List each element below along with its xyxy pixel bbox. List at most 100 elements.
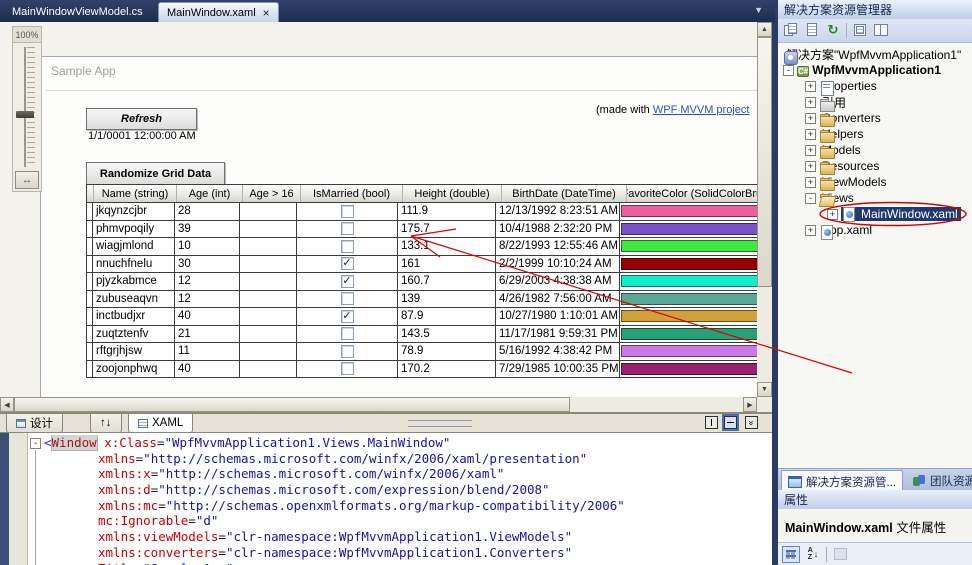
vertical-split-button[interactable] <box>705 416 718 429</box>
scroll-left-button[interactable]: ◀ <box>0 397 14 412</box>
grid-cell-color[interactable] <box>620 361 765 378</box>
grid-cell[interactable]: 21 <box>175 325 240 342</box>
horizontal-scroll-thumb[interactable] <box>14 397 570 412</box>
splitter-grip[interactable] <box>408 420 472 427</box>
grid-cell[interactable]: 7/29/1985 10:00:35 PM <box>496 360 620 377</box>
grid-cell[interactable]: 10/27/1980 1:10:01 AM <box>496 308 620 325</box>
grid-cell[interactable] <box>240 220 297 237</box>
designer-horizontal-scrollbar[interactable]: ◀ ▶ <box>0 397 757 412</box>
refresh-button[interactable]: Refresh <box>86 108 197 130</box>
tab-solution-explorer[interactable]: 解决方案资源管... <box>781 470 904 492</box>
scroll-down-button[interactable]: ▼ <box>757 382 772 397</box>
grid-cell[interactable] <box>240 290 297 307</box>
chevron-down-icon[interactable]: ▼ <box>754 5 763 15</box>
table-row[interactable]: phmvpoqily 39 175.7 10/4/1988 2:32:20 PM <box>87 220 772 238</box>
tab-mainwindowviewmodel-cs[interactable]: MainWindowViewModel.cs <box>4 2 151 22</box>
grid-cell-color[interactable] <box>620 221 765 238</box>
grid-cell-ismarried[interactable]: ✓ <box>297 308 398 325</box>
scroll-right-button[interactable]: ▶ <box>743 397 757 412</box>
grid-cell[interactable] <box>240 308 297 325</box>
table-row[interactable]: zubuseaqvn 12 139 4/26/1982 7:56:00 AM <box>87 290 772 308</box>
collapse-pane-button[interactable]: » <box>745 416 758 429</box>
grid-cell-color[interactable] <box>620 343 765 360</box>
checkbox[interactable] <box>340 327 354 341</box>
grid-cell[interactable]: 10/4/1988 2:32:20 PM <box>496 220 620 237</box>
tree-item-resources[interactable]: + Resources <box>778 158 972 174</box>
table-row[interactable]: jkqynzcjbr 28 111.9 12/13/1992 8:23:51 AM <box>87 203 772 221</box>
grid-cell[interactable]: 11 <box>175 343 240 360</box>
expand-plus-icon[interactable]: + <box>805 176 816 188</box>
properties-icon[interactable] <box>783 23 799 38</box>
grid-cell[interactable]: jkqynzcjbr <box>93 203 175 220</box>
grid-cell[interactable]: zubuseaqvn <box>93 290 175 307</box>
tab-xaml[interactable]: XAML <box>128 414 194 433</box>
grid-cell[interactable]: 139 <box>398 290 496 307</box>
grid-cell-ismarried[interactable]: ✓ <box>297 273 398 290</box>
grid-cell-color[interactable] <box>620 273 765 290</box>
show-all-files-icon[interactable] <box>804 23 820 38</box>
grid-cell[interactable]: 40 <box>175 308 240 325</box>
editor-breakpoint-margin[interactable] <box>9 433 28 565</box>
grid-cell[interactable] <box>240 360 297 377</box>
checkbox[interactable] <box>340 362 354 376</box>
grid-cell[interactable] <box>240 325 297 342</box>
grid-cell[interactable]: 170.2 <box>398 360 496 377</box>
tree-item-helpers[interactable]: + Helpers <box>778 126 972 142</box>
grid-cell-color[interactable] <box>620 308 765 325</box>
code-fold-toggle[interactable]: - <box>30 438 41 449</box>
grid-cell-ismarried[interactable] <box>297 343 398 360</box>
close-icon[interactable]: × <box>263 7 270 19</box>
grid-cell[interactable]: 78.9 <box>398 343 496 360</box>
categorized-icon[interactable] <box>782 545 800 563</box>
code-line[interactable]: Title="Sample App" <box>44 561 764 565</box>
grid-cell-ismarried[interactable] <box>297 325 398 342</box>
table-row[interactable]: nnuchfnelu 30 ✓ 161 2/2/1999 10:10:24 AM <box>87 255 772 273</box>
code-line[interactable]: xmlns="http://schemas.microsoft.com/winf… <box>44 451 764 467</box>
grid-column-header[interactable]: Age (int) <box>177 185 243 202</box>
code-line[interactable]: xmlns:x="http://schemas.microsoft.com/wi… <box>44 466 764 482</box>
grid-column-header[interactable]: Height (double) <box>403 185 502 202</box>
grid-cell[interactable]: 2/2/1999 10:10:24 AM <box>496 255 620 272</box>
fit-to-screen-button[interactable]: ↔ <box>15 171 39 189</box>
expand-plus-icon[interactable]: + <box>805 224 816 236</box>
tree-item-views[interactable]: - Views <box>778 190 972 206</box>
code-line[interactable]: <Window x:Class="WpfMvvmApplication1.Vie… <box>44 435 764 451</box>
tab-mainwindow-xaml[interactable]: MainWindow.xaml × <box>158 2 279 23</box>
tree-item--wpfmvvmapplication1-[interactable]: 解决方案"WpfMvvmApplication1" <box>778 46 972 62</box>
expand-plus-icon[interactable]: + <box>805 128 816 140</box>
xaml-code-editor[interactable]: - <Window x:Class="WpfMvvmApplication1.V… <box>0 433 772 565</box>
table-row[interactable]: zuqtztenfv 21 143.5 11/17/1981 9:59:31 PM <box>87 325 772 343</box>
grid-cell[interactable]: zoojonphwq <box>93 360 175 377</box>
code-line[interactable]: mc:Ignorable="d" <box>44 513 764 529</box>
code-line[interactable]: xmlns:d="http://schemas.microsoft.com/ex… <box>44 482 764 498</box>
designer-vertical-scrollbar[interactable]: ▲ ▼ <box>757 22 772 397</box>
zoom-slider-thumb[interactable] <box>16 111 34 118</box>
grid-rowheader-corner[interactable] <box>87 185 94 202</box>
grid-cell[interactable]: 12 <box>175 290 240 307</box>
collapse-minus-icon[interactable]: - <box>805 192 816 204</box>
grid-cell[interactable] <box>240 273 297 290</box>
tree-item-converters[interactable]: + Converters <box>778 110 972 126</box>
tree-item-mainwindow-xaml[interactable]: + MainWindow.xaml <box>778 206 972 222</box>
code-line[interactable]: xmlns:mc="http://schemas.openxmlformats.… <box>44 498 764 514</box>
properties-titlebar[interactable]: 属性 <box>778 490 972 509</box>
property-pages-icon[interactable] <box>831 546 849 563</box>
collapse-minus-icon[interactable]: - <box>783 64 794 76</box>
grid-cell-ismarried[interactable]: ✓ <box>297 255 398 272</box>
grid-cell[interactable]: zuqtztenfv <box>93 325 175 342</box>
grid-column-header[interactable]: Name (string) <box>94 185 177 202</box>
tree-item--[interactable]: + 引用 <box>778 94 972 110</box>
grid-cell-ismarried[interactable] <box>297 360 398 377</box>
grid-cell[interactable]: 12 <box>175 273 240 290</box>
grid-cell[interactable]: pjyzkabmce <box>93 273 175 290</box>
tree-item-viewmodels[interactable]: + ViewModels <box>778 174 972 190</box>
grid-cell[interactable]: 87.9 <box>398 308 496 325</box>
grid-cell[interactable] <box>240 343 297 360</box>
expand-plus-icon[interactable]: + <box>805 144 816 156</box>
grid-cell[interactable]: 11/17/1981 9:59:31 PM <box>496 325 620 342</box>
grid-cell-color[interactable] <box>620 238 765 255</box>
grid-cell[interactable]: 30 <box>175 255 240 272</box>
grid-cell-ismarried[interactable] <box>297 290 398 307</box>
grid-cell[interactable]: 160.7 <box>398 273 496 290</box>
tree-item-wpfmvvmapplication1[interactable]: - C# WpfMvvmApplication1 <box>778 62 972 78</box>
